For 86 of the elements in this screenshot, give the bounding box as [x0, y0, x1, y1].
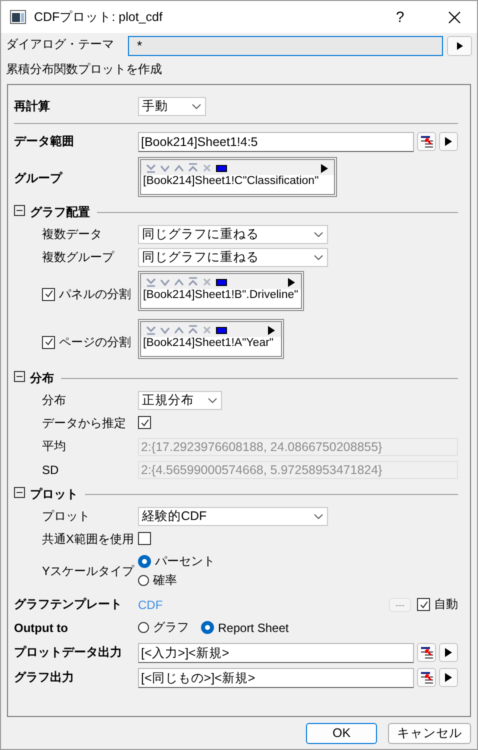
- checkbox[interactable]: [42, 336, 55, 348]
- checkbox[interactable]: [138, 416, 151, 430]
- field-label: 平均: [42, 439, 66, 453]
- triangle-icon[interactable]: [288, 278, 296, 286]
- field-label: 分布: [42, 393, 66, 407]
- table-arrow-icon: [420, 646, 434, 660]
- field-label: ダイアログ・テーマ: [6, 36, 115, 53]
- field-label: Yスケールタイプ: [42, 564, 134, 578]
- field-label: SD: [42, 462, 59, 476]
- checkbox[interactable]: [417, 598, 430, 611]
- list-item[interactable]: [Book214]Sheet1!B".Driveline": [141, 289, 302, 301]
- dropdown[interactable]: 経験的CDF: [138, 507, 328, 526]
- field-label: 複数データ: [42, 227, 102, 241]
- collapse-icon[interactable]: [14, 205, 25, 219]
- menu-button[interactable]: [439, 643, 458, 662]
- radio-button[interactable]: [201, 621, 214, 634]
- field-label: パネルの分割: [59, 286, 131, 302]
- checkbox[interactable]: [42, 288, 55, 300]
- color-swatch-icon[interactable]: [216, 278, 227, 286]
- list-item[interactable]: [Book214]Sheet1!A"Year": [141, 337, 281, 349]
- field-label: 複数グループ: [42, 250, 114, 264]
- field-label: グループ: [14, 170, 62, 184]
- menu-button[interactable]: [439, 132, 458, 151]
- menu-button[interactable]: [439, 668, 458, 687]
- radio-button[interactable]: [138, 555, 151, 568]
- field-label: 共通X範囲を使用: [42, 532, 134, 546]
- caret-icon: [314, 232, 323, 237]
- field-label: 再計算: [14, 99, 50, 113]
- list-box[interactable]: [Book214]Sheet1!C"Classification": [138, 157, 337, 197]
- list-box[interactable]: [Book214]Sheet1!B".Driveline": [138, 271, 304, 311]
- section-title: グラフ配置: [30, 204, 90, 220]
- field-label: プロット: [42, 509, 90, 523]
- option-label[interactable]: 確率: [153, 572, 177, 589]
- dropdown[interactable]: 同じグラフに重ねる: [138, 225, 328, 244]
- caret-icon: [314, 514, 323, 519]
- triangle-icon[interactable]: [321, 164, 328, 172]
- field-label: ページの分割: [59, 334, 131, 350]
- radio-button[interactable]: [138, 622, 149, 633]
- input-field[interactable]: *: [128, 36, 443, 56]
- checkbox[interactable]: [138, 532, 151, 544]
- field-label: データから推定: [42, 416, 126, 430]
- range-picker-button[interactable]: [417, 132, 436, 151]
- collapse-icon[interactable]: [14, 371, 25, 385]
- option-label[interactable]: グラフ: [153, 619, 189, 636]
- color-swatch-icon[interactable]: [216, 164, 227, 172]
- field-label: グラフテンプレート: [14, 597, 122, 611]
- caret-icon: [208, 398, 217, 403]
- dialog-button[interactable]: キャンセル: [388, 722, 471, 744]
- section-title: 分布: [30, 370, 54, 386]
- dialog-button[interactable]: OK: [306, 722, 377, 744]
- collapse-icon[interactable]: [14, 487, 25, 501]
- triangle-icon: [456, 42, 462, 50]
- radio-button[interactable]: [138, 575, 149, 586]
- input-field[interactable]: [Book214]Sheet1!4:5: [138, 132, 414, 152]
- triangle-icon: [445, 673, 452, 682]
- list-box[interactable]: [Book214]Sheet1!A"Year": [138, 319, 284, 359]
- help-button[interactable]: ?: [377, 1, 423, 33]
- dropdown[interactable]: 正規分布: [138, 391, 222, 410]
- range-picker-button[interactable]: [417, 643, 436, 662]
- field-label: Output to: [14, 620, 68, 634]
- color-swatch-icon[interactable]: [216, 326, 227, 334]
- description: 累積分布関数プロットを作成: [6, 61, 163, 77]
- option-label[interactable]: 自動: [434, 596, 458, 613]
- input-field[interactable]: [<同じもの>]<新規>: [138, 668, 414, 688]
- dropdown[interactable]: 同じグラフに重ねる: [138, 248, 328, 267]
- field-label: グラフ出力: [14, 670, 74, 684]
- table-arrow-icon: [420, 134, 434, 148]
- caret-icon: [314, 255, 323, 260]
- table-arrow-icon: [420, 670, 434, 684]
- triangle-icon: [445, 648, 452, 657]
- caret-icon: [192, 104, 201, 109]
- option-label[interactable]: パーセント: [155, 553, 215, 570]
- triangle-icon: [445, 137, 452, 146]
- input-field[interactable]: [<入力>]<新規>: [138, 642, 414, 662]
- window-title: CDFプロット: plot_cdf: [34, 8, 164, 26]
- list-item[interactable]: [Book214]Sheet1!C"Classification": [141, 175, 334, 187]
- section-title: プロット: [30, 486, 78, 502]
- triangle-icon[interactable]: [268, 326, 275, 334]
- range-picker-button[interactable]: [417, 668, 436, 687]
- menu-button[interactable]: [447, 36, 472, 56]
- option-label[interactable]: Report Sheet: [218, 620, 289, 634]
- field-label: プロットデータ出力: [14, 645, 122, 659]
- dropdown[interactable]: 手動: [138, 97, 206, 116]
- app-icon: [10, 10, 26, 24]
- field-label: データ範囲: [14, 134, 74, 148]
- close-icon: [448, 10, 460, 24]
